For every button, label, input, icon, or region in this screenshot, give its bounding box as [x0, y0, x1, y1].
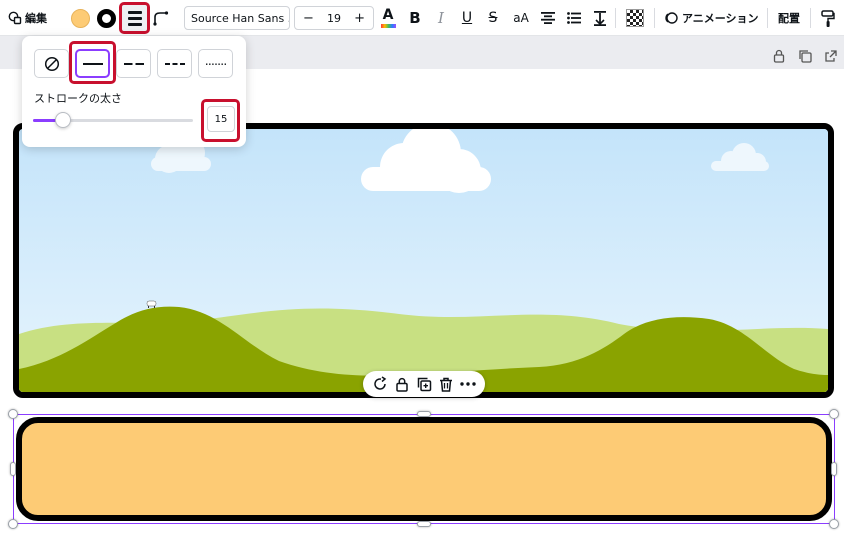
font-family-dropdown[interactable]: Source Han Sans ...	[184, 6, 290, 30]
list-button[interactable]	[564, 8, 584, 28]
border-style-solid-button[interactable]	[75, 49, 110, 78]
italic-button[interactable]: I	[432, 8, 450, 28]
animation-button[interactable]: アニメーション	[664, 8, 759, 28]
solid-line-icon	[82, 62, 103, 65]
increase-font-size-button[interactable]: +	[354, 11, 365, 26]
border-style-icon	[127, 10, 142, 14]
resize-handle-right[interactable]	[831, 462, 837, 476]
spacing-button[interactable]	[590, 8, 610, 28]
position-button[interactable]: 配置	[778, 8, 800, 28]
resize-handle-top-right[interactable]	[829, 409, 839, 419]
letter-case-button[interactable]: aA	[508, 8, 534, 28]
trash-icon[interactable]	[438, 376, 454, 392]
border-style-button[interactable]	[121, 4, 148, 32]
border-style-short-dash-button[interactable]	[157, 49, 192, 78]
strikethrough-button[interactable]: S	[484, 8, 502, 28]
editor-toolbar: 編集 Source Han Sans ... − 19 + A B I U S …	[0, 0, 844, 36]
stroke-weight-slider-thumb[interactable]	[54, 112, 71, 128]
duplicate-page-icon[interactable]	[798, 48, 812, 63]
border-style-long-dash-button[interactable]	[116, 49, 151, 78]
stroke-weight-label: ストロークの太さ	[34, 92, 122, 105]
short-dash-icon	[164, 62, 185, 65]
transparency-button[interactable]	[626, 9, 644, 27]
share-icon[interactable]	[824, 48, 838, 62]
edit-shape-icon	[8, 11, 22, 25]
line-spacing-icon	[594, 11, 606, 26]
long-dash-icon	[123, 62, 144, 65]
border-color-swatch[interactable]	[97, 9, 116, 28]
paint-roller-icon	[821, 10, 835, 27]
resize-handle-bottom[interactable]	[417, 521, 431, 527]
edit-button[interactable]: 編集	[8, 8, 47, 28]
selection-box	[13, 414, 835, 524]
resize-handle-left[interactable]	[10, 462, 16, 476]
text-align-button[interactable]	[538, 8, 558, 28]
more-icon[interactable]	[460, 376, 476, 392]
border-style-none-button[interactable]	[34, 49, 69, 78]
landscape-frame[interactable]	[13, 123, 834, 398]
underline-button[interactable]: U	[458, 8, 476, 28]
border-style-dotted-button[interactable]	[198, 49, 233, 78]
align-center-icon	[541, 12, 555, 24]
lock-icon[interactable]	[394, 376, 410, 392]
duplicate-icon[interactable]	[416, 376, 432, 392]
copy-style-button[interactable]	[818, 8, 838, 30]
dotted-line-icon	[205, 63, 226, 65]
resize-handle-top[interactable]	[417, 411, 431, 417]
corner-rounding-button[interactable]	[152, 8, 170, 28]
element-quick-actions	[363, 371, 485, 397]
resize-handle-bottom-left[interactable]	[8, 519, 18, 529]
no-border-icon	[44, 56, 59, 71]
resize-handle-top-left[interactable]	[8, 409, 18, 419]
animation-label: アニメーション	[682, 12, 759, 25]
border-style-popover: ストロークの太さ 15	[22, 36, 246, 147]
animation-icon	[665, 12, 678, 24]
decrease-font-size-button[interactable]: −	[303, 11, 314, 26]
font-size-value[interactable]: 19	[327, 12, 341, 25]
bold-button[interactable]: B	[406, 8, 424, 28]
font-size-stepper[interactable]: − 19 +	[294, 6, 374, 30]
fill-color-swatch[interactable]	[71, 9, 90, 28]
bullet-list-icon	[567, 12, 581, 24]
corner-rounding-icon	[153, 11, 169, 26]
edit-label: 編集	[25, 12, 47, 25]
resize-handle-bottom-right[interactable]	[829, 519, 839, 529]
landscape-illustration	[19, 129, 828, 392]
text-color-button[interactable]: A	[379, 6, 397, 30]
text-color-icon: A	[382, 7, 394, 23]
stroke-weight-input[interactable]: 15	[207, 106, 235, 132]
rotate-icon[interactable]	[372, 376, 388, 392]
stroke-weight-slider[interactable]	[33, 112, 193, 128]
lock-icon[interactable]	[772, 48, 786, 63]
page-actions	[772, 48, 838, 66]
